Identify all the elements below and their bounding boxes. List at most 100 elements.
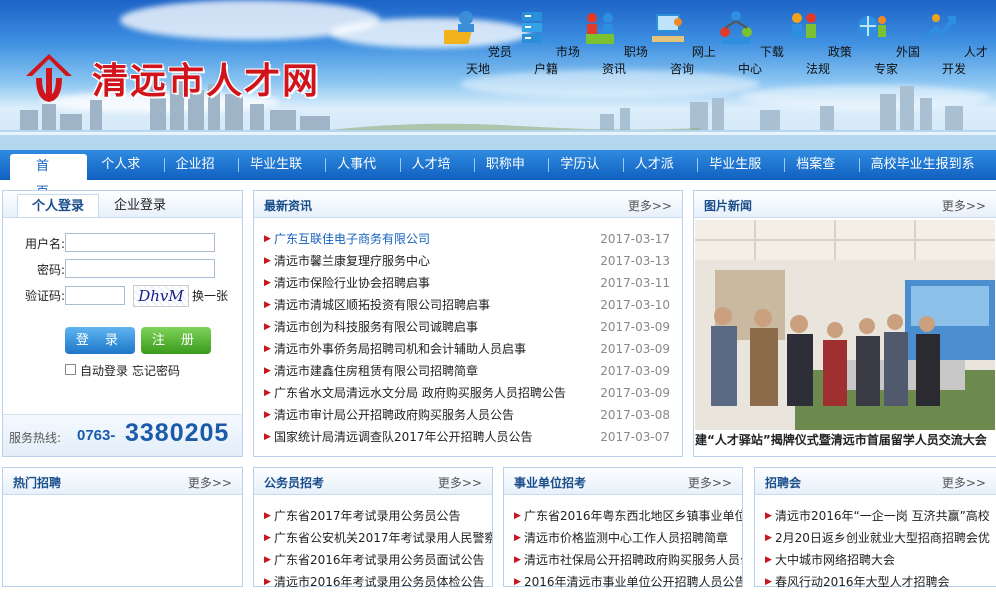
list-item[interactable]: ▶ 清远市审计局公开招聘政府购买服务人员公告 2017-03-08: [254, 404, 682, 426]
civil-service-more-link[interactable]: 更多>>: [438, 474, 482, 491]
list-item-link[interactable]: 广东省2016年粤东西北地区乡镇事业单位: [524, 505, 742, 527]
arrow-bullet-icon: ▶: [514, 555, 521, 565]
list-item[interactable]: ▶ 清远市清城区顺拓投资有限公司招聘启事 2017-03-10: [254, 294, 682, 316]
list-item[interactable]: ▶ 广东省2017年考试录用公务员公告: [254, 505, 492, 527]
list-item[interactable]: ▶ 清远市保险行业协会招聘启事 2017-03-11: [254, 272, 682, 294]
topnav-item-news[interactable]: 职场资讯: [580, 8, 648, 77]
topnav-item-talent[interactable]: 人才开发: [920, 8, 988, 77]
arrow-bullet-icon: ▶: [765, 533, 772, 543]
job-fair-more-link[interactable]: 更多>>: [942, 474, 986, 491]
list-item[interactable]: ▶ 清远市价格监测中心工作人员招聘简章: [504, 527, 742, 549]
list-item-link[interactable]: 广东省水文局清远水文分局 政府购买服务人员招聘公告: [274, 382, 566, 404]
list-item-link[interactable]: 清远市建鑫住房租赁有限公司招聘简章: [274, 360, 478, 382]
arrow-bullet-icon: ▶: [264, 555, 271, 565]
list-item-link[interactable]: 清远市2016年“一企一岗 互济共赢”高校: [775, 505, 990, 527]
list-item-link[interactable]: 广东省公安机关2017年考试录用人民警察: [274, 527, 492, 549]
topnav-item-download[interactable]: 下载中心: [716, 8, 784, 77]
list-item-link[interactable]: 清远市2016年考试录用公务员体检公告: [274, 571, 485, 593]
list-item[interactable]: ▶ 清远市外事侨务局招聘司机和会计辅助人员启事 2017-03-09: [254, 338, 682, 360]
institution-more-link[interactable]: 更多>>: [688, 474, 732, 491]
nav-dispatch[interactable]: 人才派遣: [622, 153, 697, 196]
nav-personnel-agency[interactable]: 人事代理: [325, 153, 399, 196]
list-item-link[interactable]: 清远市馨兰康复理疗服务中心: [274, 250, 430, 272]
list-item-link[interactable]: 广东省2016年考试录用公务员面试公告: [274, 549, 485, 571]
news-more-link[interactable]: 更多>>: [628, 197, 672, 214]
arrow-bullet-icon: ▶: [514, 577, 521, 587]
list-item-link[interactable]: 2月20日返乡创业就业大型招商招聘会优: [775, 527, 990, 549]
nav-title-apply[interactable]: 职称申报: [473, 153, 548, 196]
institution-list: ▶ 广东省2016年粤东西北地区乡镇事业单位 ▶ 清远市价格监测中心工作人员招聘简章 ▶…: [504, 495, 742, 593]
list-item-date: 2017-03-08: [600, 408, 670, 422]
list-item[interactable]: ▶ 广东省2016年粤东西北地区乡镇事业单位: [504, 505, 742, 527]
list-item-link[interactable]: 清远市审计局公开招聘政府购买服务人员公告: [274, 404, 514, 426]
list-item-link[interactable]: 大中城市网络招聘大会: [775, 549, 895, 571]
nav-archive-query[interactable]: 档案查询: [784, 153, 858, 196]
list-item-link[interactable]: 2016年清远市事业单位公开招聘人员公告: [524, 571, 742, 593]
list-item[interactable]: ▶ 春风行动2016年大型人才招聘会: [755, 571, 996, 593]
forgot-password-link[interactable]: 忘记密码: [132, 362, 180, 379]
nav-job-seek[interactable]: 个人求职: [89, 153, 163, 196]
site-title[interactable]: 清远市人才网: [92, 52, 320, 104]
list-item[interactable]: ▶ 清远市2016年“一企一岗 互济共赢”高校: [755, 505, 996, 527]
nav-training[interactable]: 人才培训: [399, 153, 474, 196]
arrow-bullet-icon: ▶: [765, 555, 772, 565]
photo-news-more-link[interactable]: 更多>>: [942, 197, 986, 214]
server-stack-icon: [522, 12, 543, 43]
list-item[interactable]: ▶ 清远市社保局公开招聘政府购买服务人员公告: [504, 549, 742, 571]
list-item[interactable]: ▶ 广东互联佳电子商务有限公司 2017-03-17: [254, 228, 682, 250]
list-item-link[interactable]: 国家统计局清远调查队2017年公开招聘人员公告: [274, 426, 533, 448]
list-item[interactable]: ▶ 清远市馨兰康复理疗服务中心 2017-03-13: [254, 250, 682, 272]
topnav-item-market[interactable]: 市场户籍: [512, 8, 580, 77]
captcha-image[interactable]: DhvM: [133, 285, 189, 307]
list-item-link[interactable]: 广东省2017年考试录用公务员公告: [274, 505, 461, 527]
list-item[interactable]: ▶ 国家统计局清远调查队2017年公开招聘人员公告 2017-03-07: [254, 426, 682, 448]
nav-degree-cert[interactable]: 学历认证: [548, 153, 622, 196]
list-item[interactable]: ▶ 广东省水文局清远水文分局 政府购买服务人员招聘公告 2017-03-09: [254, 382, 682, 404]
list-item-link[interactable]: 春风行动2016年大型人才招聘会: [775, 571, 950, 593]
topnav-item-experts[interactable]: 外国专家: [852, 8, 920, 77]
topnav-item-policy[interactable]: 政策法规: [784, 8, 852, 77]
register-button[interactable]: 注 册: [141, 327, 211, 354]
list-item-link[interactable]: 清远市保险行业协会招聘启事: [274, 272, 430, 294]
password-input[interactable]: [65, 259, 215, 278]
username-input[interactable]: [65, 233, 215, 252]
captcha-input[interactable]: [65, 286, 125, 305]
hotline-bar: 服务热线: 0763- 3380205: [3, 414, 242, 456]
hot-jobs-more-link[interactable]: 更多>>: [188, 474, 232, 491]
refresh-captcha-link[interactable]: 换一张: [192, 287, 228, 304]
nav-graduate-report[interactable]: 高校毕业生报到系统: [858, 153, 996, 196]
nav-home[interactable]: 首页: [10, 154, 88, 200]
list-item[interactable]: ▶ 清远市2016年考试录用公务员体检公告: [254, 571, 492, 593]
tab-company-login[interactable]: 企业登录: [99, 194, 181, 217]
list-item[interactable]: ▶ 广东省公安机关2017年考试录用人民警察: [254, 527, 492, 549]
topnav-item-consult[interactable]: 网上咨询: [648, 8, 716, 77]
list-item-link[interactable]: 清远市外事侨务局招聘司机和会计辅助人员启事: [274, 338, 526, 360]
tab-personal-login[interactable]: 个人登录: [17, 194, 99, 217]
nav-recruit[interactable]: 企业招聘: [163, 153, 238, 196]
list-item-link[interactable]: 清远市清城区顺拓投资有限公司招聘启事: [274, 294, 490, 316]
arrow-bullet-icon: ▶: [264, 388, 271, 398]
login-button[interactable]: 登 录: [65, 327, 135, 354]
list-item[interactable]: ▶ 清远市建鑫住房租赁有限公司招聘简章 2017-03-09: [254, 360, 682, 382]
captcha-label: 验证码:: [24, 289, 65, 303]
nav-graduate-service[interactable]: 毕业生服务: [697, 153, 784, 196]
topnav-item-party[interactable]: 党员天地: [440, 8, 512, 77]
photo-news-caption[interactable]: 建“人才驿站”揭牌仪式暨清远市首届留学人员交流大会: [695, 431, 995, 449]
news-photo[interactable]: [695, 220, 995, 430]
list-item[interactable]: ▶ 2月20日返乡创业就业大型招商招聘会优: [755, 527, 996, 549]
auto-login-checkbox[interactable]: [65, 364, 76, 375]
list-item[interactable]: ▶ 清远市创为科技服务有限公司诚聘启事 2017-03-09: [254, 316, 682, 338]
arrow-bullet-icon: ▶: [264, 511, 271, 521]
list-item[interactable]: ▶ 大中城市网络招聘大会: [755, 549, 996, 571]
news-header: 最新资讯 更多>>: [254, 191, 682, 218]
list-item-link[interactable]: 清远市创为科技服务有限公司诚聘启事: [274, 316, 478, 338]
list-item-link[interactable]: 清远市价格监测中心工作人员招聘简章: [524, 527, 728, 549]
list-item[interactable]: ▶ 2016年清远市事业单位公开招聘人员公告: [504, 571, 742, 593]
password-row: 密码:: [13, 261, 65, 278]
list-item[interactable]: ▶ 广东省2016年考试录用公务员面试公告: [254, 549, 492, 571]
nav-graduate-alliance[interactable]: 毕业生联盟: [238, 153, 325, 196]
list-item-link[interactable]: 清远市社保局公开招聘政府购买服务人员公告: [524, 549, 742, 571]
arrow-bullet-icon: ▶: [264, 344, 271, 354]
list-item-link[interactable]: 广东互联佳电子商务有限公司: [274, 228, 430, 250]
civil-service-title: 公务员招考: [264, 476, 325, 490]
